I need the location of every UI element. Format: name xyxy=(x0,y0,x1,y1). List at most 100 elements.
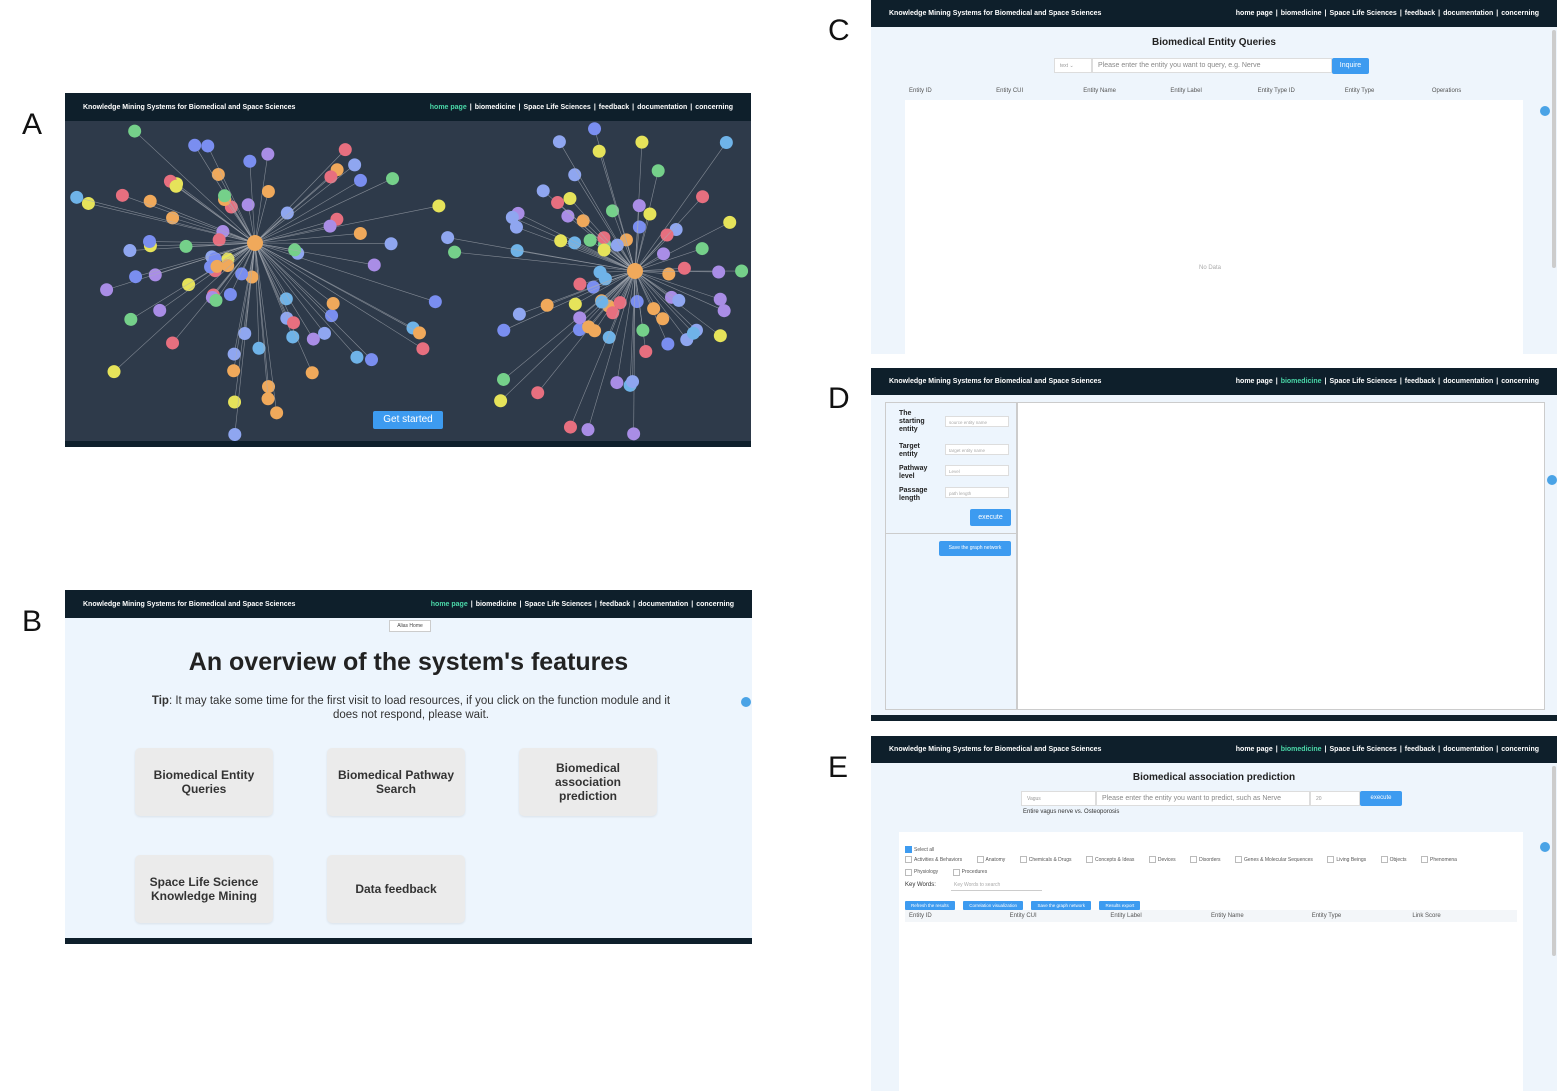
graph-node[interactable] xyxy=(643,207,657,221)
floating-help-icon[interactable] xyxy=(1540,842,1550,852)
graph-hub-node[interactable] xyxy=(247,235,263,251)
category-checkbox[interactable]: Objects xyxy=(1380,854,1407,866)
graph-node[interactable] xyxy=(656,312,670,326)
nav-documentation[interactable]: documentation xyxy=(637,104,687,111)
nav-home[interactable]: home page xyxy=(431,601,468,608)
category-checkbox[interactable]: Physiology xyxy=(905,866,938,878)
category-checkbox[interactable]: Concepts & Ideas xyxy=(1085,854,1134,866)
graph-node[interactable] xyxy=(717,304,731,318)
predict-entity-input[interactable]: Please enter the entity you want to pred… xyxy=(1096,791,1310,806)
graph-node[interactable] xyxy=(364,353,378,367)
entity-search-input[interactable]: Please enter the entity you want to quer… xyxy=(1092,58,1332,73)
get-started-button[interactable]: Get started xyxy=(373,411,443,429)
nav-biomedicine[interactable]: biomedicine xyxy=(475,104,516,111)
category-checkbox[interactable]: Anatomy xyxy=(976,854,1005,866)
category-checkbox[interactable]: Activities & Behaviors xyxy=(905,854,962,866)
graph-node[interactable] xyxy=(735,264,749,278)
graph-node[interactable] xyxy=(166,336,180,350)
graph-canvas[interactable] xyxy=(1017,402,1545,710)
nav-concerning[interactable]: concerning xyxy=(695,104,733,111)
refresh-results-button[interactable]: Refresh the results xyxy=(905,901,955,910)
graph-node[interactable] xyxy=(70,190,84,204)
graph-node[interactable] xyxy=(626,375,640,389)
target-entity-input[interactable]: target entity name xyxy=(945,444,1009,455)
graph-node[interactable] xyxy=(677,261,691,275)
knowledge-graph[interactable] xyxy=(65,121,751,441)
category-checkbox[interactable]: Living Beings xyxy=(1327,854,1366,866)
graph-node[interactable] xyxy=(209,293,223,307)
graph-node[interactable] xyxy=(188,138,202,152)
graph-node[interactable] xyxy=(610,376,624,390)
nav-home[interactable]: home page xyxy=(1236,378,1273,385)
category-checkbox[interactable]: Genes & Molecular Sequences xyxy=(1235,854,1313,866)
graph-node[interactable] xyxy=(551,196,565,210)
nav-biomedicine[interactable]: biomedicine xyxy=(1281,378,1322,385)
nav-concerning[interactable]: concerning xyxy=(1501,746,1539,753)
graph-node[interactable] xyxy=(128,124,142,138)
graph-node[interactable] xyxy=(582,320,596,334)
graph-node[interactable] xyxy=(651,164,665,178)
nav-feedback[interactable]: feedback xyxy=(599,104,629,111)
graph-node[interactable] xyxy=(639,345,653,359)
graph-node[interactable] xyxy=(573,277,587,291)
graph-node[interactable] xyxy=(326,297,340,311)
graph-node[interactable] xyxy=(107,365,121,379)
graph-node[interactable] xyxy=(306,332,320,346)
graph-node[interactable] xyxy=(318,326,332,340)
graph-node[interactable] xyxy=(238,327,252,341)
graph-node[interactable] xyxy=(100,283,114,297)
nav-space-life-sciences[interactable]: Space Life Sciences xyxy=(525,601,592,608)
nav-feedback[interactable]: feedback xyxy=(1405,10,1435,17)
graph-node[interactable] xyxy=(228,428,242,441)
passage-length-select[interactable]: path length xyxy=(945,487,1009,498)
nav-feedback[interactable]: feedback xyxy=(600,601,630,608)
graph-node[interactable] xyxy=(554,234,568,248)
nav-documentation[interactable]: documentation xyxy=(1443,378,1493,385)
nav-home[interactable]: home page xyxy=(430,104,467,111)
graph-node[interactable] xyxy=(261,184,275,198)
graph-node[interactable] xyxy=(593,265,607,279)
graph-node[interactable] xyxy=(210,259,224,273)
graph-node[interactable] xyxy=(597,243,611,257)
nav-home[interactable]: home page xyxy=(1236,746,1273,753)
save-graph-button[interactable]: Save the graph network xyxy=(939,541,1011,556)
correlation-visualization-button[interactable]: Correlation visualization xyxy=(963,901,1024,910)
graph-node[interactable] xyxy=(635,135,649,149)
graph-node[interactable] xyxy=(695,242,709,256)
graph-node[interactable] xyxy=(661,337,675,351)
graph-node[interactable] xyxy=(286,330,300,344)
graph-node[interactable] xyxy=(386,172,400,186)
results-export-button[interactable]: Results export xyxy=(1099,901,1141,910)
category-checkbox[interactable]: Devices xyxy=(1148,854,1176,866)
graph-node[interactable] xyxy=(223,288,237,302)
alias-home-tab[interactable]: Alias Home xyxy=(389,620,431,632)
graph-node[interactable] xyxy=(270,406,284,420)
graph-node[interactable] xyxy=(169,179,183,193)
nav-concerning[interactable]: concerning xyxy=(1501,378,1539,385)
graph-node[interactable] xyxy=(497,323,511,337)
graph-hub-node[interactable] xyxy=(627,263,643,279)
graph-node[interactable] xyxy=(497,372,511,386)
graph-node[interactable] xyxy=(613,296,627,310)
scrollbar[interactable] xyxy=(1552,30,1556,268)
graph-node[interactable] xyxy=(428,295,442,309)
keywords-input[interactable]: Key Words to search xyxy=(951,880,1042,891)
nav-documentation[interactable]: documentation xyxy=(638,601,688,608)
graph-node[interactable] xyxy=(288,243,302,257)
nav-space-life-sciences[interactable]: Space Life Sciences xyxy=(1330,10,1397,17)
graph-node[interactable] xyxy=(536,184,550,198)
graph-node[interactable] xyxy=(576,214,590,228)
graph-node[interactable] xyxy=(448,245,462,259)
category-checkbox[interactable]: Disorders xyxy=(1190,854,1221,866)
nav-space-life-sciences[interactable]: Space Life Sciences xyxy=(1330,378,1397,385)
graph-node[interactable] xyxy=(182,278,196,292)
execute-button[interactable]: execute xyxy=(1360,791,1402,806)
graph-node[interactable] xyxy=(592,144,606,158)
graph-node[interactable] xyxy=(432,199,446,213)
scrollbar[interactable] xyxy=(1552,766,1556,956)
graph-node[interactable] xyxy=(325,309,339,323)
nav-concerning[interactable]: concerning xyxy=(696,601,734,608)
graph-node[interactable] xyxy=(261,392,275,406)
graph-node[interactable] xyxy=(656,247,670,261)
graph-node[interactable] xyxy=(124,312,138,326)
